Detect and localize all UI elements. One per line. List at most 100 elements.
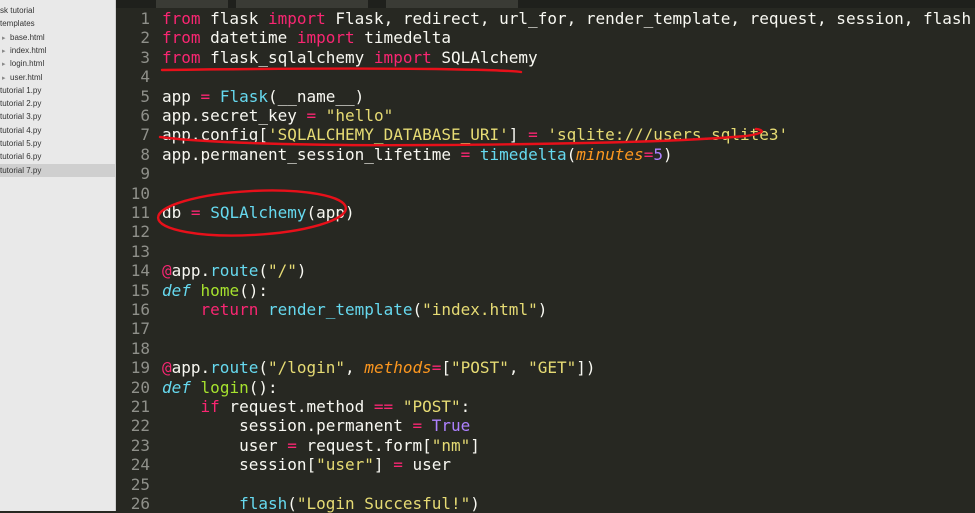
sidebar-file-item[interactable]: tutorial 7.py bbox=[0, 163, 115, 177]
code-line[interactable]: return render_template("index.html") bbox=[162, 300, 548, 319]
code-line[interactable]: def home(): bbox=[162, 281, 268, 300]
code-token: ) bbox=[537, 300, 548, 319]
code-token: from bbox=[162, 47, 201, 67]
sidebar-file-item[interactable]: tutorial 5.py bbox=[0, 137, 115, 150]
tab-active[interactable] bbox=[156, 0, 228, 8]
code-line[interactable]: from flask_sqlalchemy import SQLAlchemy bbox=[162, 48, 538, 67]
sidebar-file-label: tutorial 2.py bbox=[0, 99, 42, 109]
line-number: 22 bbox=[130, 416, 150, 436]
sidebar-file-item[interactable]: ▸ user.html bbox=[0, 71, 117, 84]
code-token: "user" bbox=[316, 455, 374, 475]
sidebar-file-item[interactable]: tutorial 4.py bbox=[0, 124, 115, 137]
line-number: 3 bbox=[140, 47, 150, 67]
code-token: render_template bbox=[267, 300, 413, 319]
line-number: 20 bbox=[130, 377, 150, 397]
code-line[interactable]: flash("Login Succesful!") bbox=[162, 494, 480, 513]
line-number: 2 bbox=[140, 28, 150, 48]
code-line[interactable]: user = request.form["nm"] bbox=[162, 436, 480, 455]
code-line[interactable]: @app.route("/login", methods=["POST", "G… bbox=[162, 358, 596, 377]
file-sidebar: sk tutorial templates ▸ base.html ▸ index.htm… bbox=[0, 0, 116, 511]
code-token: ( bbox=[287, 494, 297, 513]
sidebar-file-label: tutorial 6.py bbox=[0, 152, 42, 162]
code-token: user bbox=[402, 455, 451, 475]
sidebar-file-item[interactable]: ▸ index.html bbox=[0, 44, 117, 57]
code-token: methods bbox=[364, 358, 432, 378]
code-line[interactable]: from datetime import timedelta bbox=[162, 28, 451, 47]
code-token: app bbox=[162, 86, 201, 106]
tab-strip bbox=[116, 0, 975, 8]
sidebar-file-label: tutorial 4.py bbox=[0, 125, 42, 135]
sidebar-file-item[interactable]: tutorial 6.py bbox=[0, 150, 115, 163]
code-token: ] bbox=[373, 455, 394, 475]
code-token: from bbox=[162, 9, 201, 28]
sidebar-file-label: index.html bbox=[10, 45, 47, 55]
sidebar-file-item[interactable]: tutorial 1.py bbox=[0, 84, 115, 97]
line-number: 8 bbox=[140, 144, 150, 164]
code-line[interactable]: app = Flask(__name__) bbox=[162, 87, 364, 106]
code-token: = bbox=[431, 358, 442, 378]
code-line[interactable]: app.permanent_session_lifetime = timedel… bbox=[162, 145, 673, 164]
code-token: ] bbox=[508, 125, 529, 145]
code-token: = bbox=[412, 416, 423, 436]
code-token: 'sqlite:///users.sqlite3' bbox=[547, 125, 789, 145]
tab-inactive[interactable] bbox=[386, 0, 518, 8]
line-number: 9 bbox=[140, 164, 150, 184]
line-number: 26 bbox=[130, 494, 150, 513]
sidebar-file-item[interactable]: templates bbox=[0, 17, 115, 30]
code-token: app.permanent_session_lifetime bbox=[162, 144, 461, 164]
code-token: = bbox=[460, 144, 471, 164]
code-token: ) bbox=[296, 261, 307, 281]
sidebar-file-item[interactable]: ▸ base.html bbox=[0, 31, 117, 44]
code-token: home bbox=[200, 280, 240, 300]
sidebar-file-item[interactable]: ▸ login.html bbox=[0, 57, 117, 70]
sidebar-file-item[interactable]: sk tutorial bbox=[0, 4, 115, 17]
sidebar-file-label: tutorial 5.py bbox=[0, 139, 42, 148]
code-line[interactable]: @app.route("/") bbox=[162, 261, 307, 280]
line-number: 6 bbox=[140, 106, 150, 125]
code-token: def bbox=[162, 280, 191, 300]
code-line[interactable]: from flask import Flask, redirect, url_f… bbox=[162, 9, 971, 28]
code-line[interactable]: def login(): bbox=[162, 378, 278, 397]
code-line[interactable]: session.permanent = True bbox=[162, 416, 470, 435]
line-number: 13 bbox=[130, 241, 150, 261]
sidebar-file-item[interactable]: tutorial 2.py bbox=[0, 97, 115, 110]
sidebar-file-label: tutorial 1.py bbox=[0, 85, 42, 95]
code-token: app. bbox=[171, 358, 211, 378]
code-token: if bbox=[200, 397, 220, 416]
code-line[interactable]: app.secret_key = "hello" bbox=[162, 106, 393, 125]
code-token: user bbox=[162, 435, 288, 455]
code-token: "POST" bbox=[402, 397, 461, 416]
code-token: session.permanent bbox=[162, 416, 413, 436]
sidebar-file-label: tutorial 7.py bbox=[0, 165, 42, 175]
expand-arrow-icon: ▸ bbox=[2, 47, 6, 55]
code-line[interactable]: app.config['SQLALCHEMY_DATABASE_URI'] = … bbox=[162, 125, 788, 144]
code-token: "/" bbox=[267, 261, 297, 281]
code-token: "index.html" bbox=[422, 300, 538, 319]
code-token: ] bbox=[470, 435, 480, 455]
code-line[interactable]: session["user"] = user bbox=[162, 455, 451, 474]
line-number: 19 bbox=[130, 358, 150, 378]
line-number: 10 bbox=[130, 183, 150, 203]
code-token: = bbox=[528, 125, 538, 145]
code-token: session[ bbox=[162, 455, 317, 475]
line-number: 7 bbox=[140, 125, 150, 145]
code-editor[interactable]: 1 2 3 4 5 6 7 8 9 10 11 12 13 14 15 16 17 18 19 20 21 22 23 24 2… bbox=[116, 8, 975, 513]
code-token: @ bbox=[162, 358, 172, 378]
tab-inactive[interactable] bbox=[236, 0, 368, 8]
code-token: 'SQLALCHEMY_DATABASE_URI' bbox=[267, 125, 509, 145]
code-token: from bbox=[162, 28, 201, 48]
code-line[interactable]: db = SQLAlchemy(app) bbox=[162, 203, 355, 222]
code-token: "Login Succesful!" bbox=[296, 494, 471, 513]
code-token: request.form[ bbox=[296, 435, 432, 455]
sidebar-file-item[interactable]: tutorial 3.py bbox=[0, 110, 115, 123]
code-token: True bbox=[431, 416, 471, 436]
line-number: 16 bbox=[130, 300, 150, 319]
code-line[interactable]: if request.method == "POST": bbox=[162, 397, 471, 416]
